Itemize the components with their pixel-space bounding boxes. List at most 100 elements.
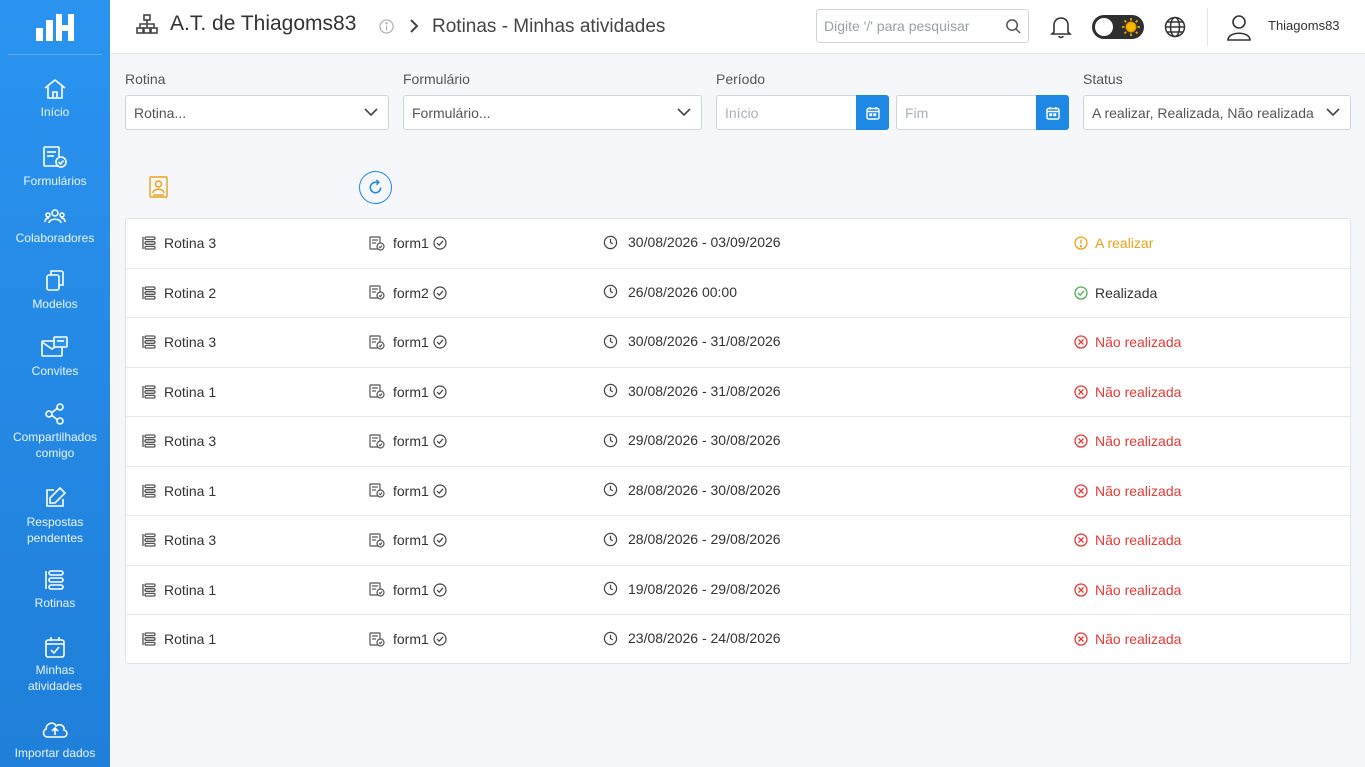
chevron-down-icon (364, 108, 378, 117)
sidebar-item-rotinas[interactable]: Rotinas (0, 569, 110, 611)
logo-icon (36, 14, 74, 41)
table-row[interactable]: Rotina 1 form1 23/08/2026 - 24/08/2026 N… (126, 615, 1350, 665)
period-cell: 23/08/2026 - 24/08/2026 (603, 630, 781, 646)
rotina-select[interactable]: Rotina... (125, 95, 389, 130)
sidebar-item-convites[interactable]: Convites (0, 335, 110, 379)
status-text: Não realizada (1095, 334, 1182, 350)
sidebar-item-colaboradores[interactable]: Colaboradores (0, 208, 110, 246)
sidebar-item-minhas-atividades[interactable]: Minhas atividades (0, 636, 110, 694)
chevron-right-icon (410, 19, 419, 33)
routine-list-icon (142, 384, 156, 399)
period-cell: 28/08/2026 - 30/08/2026 (603, 482, 781, 498)
info-icon[interactable] (379, 19, 394, 34)
cloud-upload-icon (42, 722, 68, 738)
periodo-end-input[interactable] (897, 104, 1036, 121)
search-input[interactable] (817, 18, 997, 34)
globe-icon[interactable] (1164, 16, 1186, 38)
period-cell: 29/08/2026 - 30/08/2026 (603, 432, 781, 448)
formulario-select[interactable]: Formulário... (403, 95, 702, 130)
sidebar-item-importar[interactable]: Importar dados (0, 719, 110, 761)
refresh-icon (369, 179, 382, 194)
table-row[interactable]: Rotina 3 form1 28/08/2026 - 29/08/2026 N… (126, 516, 1350, 566)
routine-list-icon (142, 632, 156, 646)
form-doc-icon (369, 483, 385, 498)
top-header: A.T. de Thiagoms83 Rotinas - Minhas ativ… (110, 0, 1365, 54)
table-row[interactable]: Rotina 3 form1 30/08/2026 - 03/09/2026 A… (126, 219, 1350, 269)
app-logo[interactable] (8, 0, 102, 55)
sidebar-item-label: Importar dados (14, 746, 96, 760)
sidebar-item-inicio[interactable]: Início (0, 78, 110, 120)
period-text: 28/08/2026 - 29/08/2026 (628, 531, 781, 547)
status-cell: Não realizada (1074, 582, 1181, 598)
routine-list-icon (142, 236, 156, 250)
table-row[interactable]: Rotina 1 form1 28/08/2026 - 30/08/2026 N… (126, 467, 1350, 516)
routine-list-icon (142, 434, 156, 448)
periodo-start-calendar-button[interactable] (856, 95, 889, 130)
sidebar-item-formularios[interactable]: Formulários (0, 145, 110, 189)
clock-icon (603, 581, 618, 596)
status-filter-label: Status (1083, 71, 1123, 87)
sidebar-item-label: Respostas pendentes (26, 515, 84, 545)
rotina-name: Rotina 1 (164, 482, 217, 499)
form-cell: form1 (369, 582, 447, 598)
status-cell: Não realizada (1074, 631, 1181, 647)
period-text: 30/08/2026 - 03/09/2026 (628, 234, 781, 250)
periodo-start-field (716, 95, 856, 130)
bell-icon[interactable] (1050, 15, 1072, 39)
rotina-cell: Rotina 2 (142, 285, 216, 301)
users-icon (44, 209, 66, 224)
form-cell: form1 (369, 483, 447, 499)
status-text: Não realizada (1095, 433, 1182, 449)
search-icon[interactable] (1005, 18, 1022, 35)
clock-icon (603, 334, 618, 348)
forms-icon (43, 146, 67, 168)
copy-icon (46, 270, 64, 291)
rotina-cell: Rotina 3 (142, 235, 216, 251)
periodo-start-input[interactable] (717, 104, 856, 121)
status-text: Não realizada (1095, 631, 1182, 647)
calendar-check-icon (45, 637, 65, 658)
rotina-select-value: Rotina... (134, 104, 187, 121)
table-row[interactable]: Rotina 3 form1 29/08/2026 - 30/08/2026 N… (126, 417, 1350, 467)
status-cell: Não realizada (1074, 433, 1181, 449)
rotina-name: Rotina 3 (164, 334, 217, 350)
check-circle-icon (433, 483, 447, 498)
rotina-cell: Rotina 1 (142, 384, 216, 400)
sidebar-item-label: Compartilhados comigo (12, 430, 98, 460)
user-avatar-icon[interactable] (1226, 13, 1252, 41)
rotina-name: Rotina 1 (164, 631, 217, 647)
periodo-filter-label: Período (716, 71, 766, 87)
refresh-button[interactable] (359, 171, 392, 204)
period-text: 29/08/2026 - 30/08/2026 (628, 432, 781, 448)
calendar-icon (865, 106, 880, 120)
rotina-cell: Rotina 3 (142, 433, 216, 449)
clock-icon (603, 235, 618, 249)
chevron-down-icon (1326, 108, 1340, 117)
org-selector[interactable]: A.T. de Thiagoms83 (136, 12, 356, 36)
check-circle-icon (433, 236, 447, 250)
form-cell: form2 (369, 285, 447, 301)
table-row[interactable]: Rotina 2 form2 26/08/2026 00:00 Realizad… (126, 269, 1350, 318)
table-row[interactable]: Rotina 1 form1 19/08/2026 - 29/08/2026 N… (126, 566, 1350, 615)
status-select[interactable]: A realizar, Realizada, Não realizada (1083, 95, 1351, 130)
theme-toggle[interactable] (1092, 15, 1144, 39)
sidebar-item-modelos[interactable]: Modelos (0, 268, 110, 312)
rotina-cell: Rotina 1 (142, 582, 216, 598)
form-doc-icon (369, 631, 385, 647)
sidebar-item-compartilhados[interactable]: Compartilhados comigo (0, 403, 110, 461)
form-cell: form1 (369, 433, 447, 449)
sidebar-item-respostas[interactable]: Respostas pendentes (0, 486, 110, 546)
share-icon (45, 403, 64, 425)
periodo-end-calendar-button[interactable] (1036, 95, 1069, 130)
table-row[interactable]: Rotina 1 form1 30/08/2026 - 31/08/2026 N… (126, 368, 1350, 417)
clock-icon (603, 383, 618, 398)
table-row[interactable]: Rotina 3 form1 30/08/2026 - 31/08/2026 N… (126, 318, 1350, 368)
x-circle-icon (1074, 483, 1088, 498)
username[interactable]: Thiagoms83 (1268, 18, 1340, 33)
edit-icon (46, 486, 67, 507)
form-doc-icon (369, 433, 385, 449)
header-divider (1207, 8, 1208, 46)
period-text: 23/08/2026 - 24/08/2026 (628, 630, 781, 646)
clock-icon (603, 631, 618, 645)
contact-book-icon[interactable] (148, 176, 169, 198)
